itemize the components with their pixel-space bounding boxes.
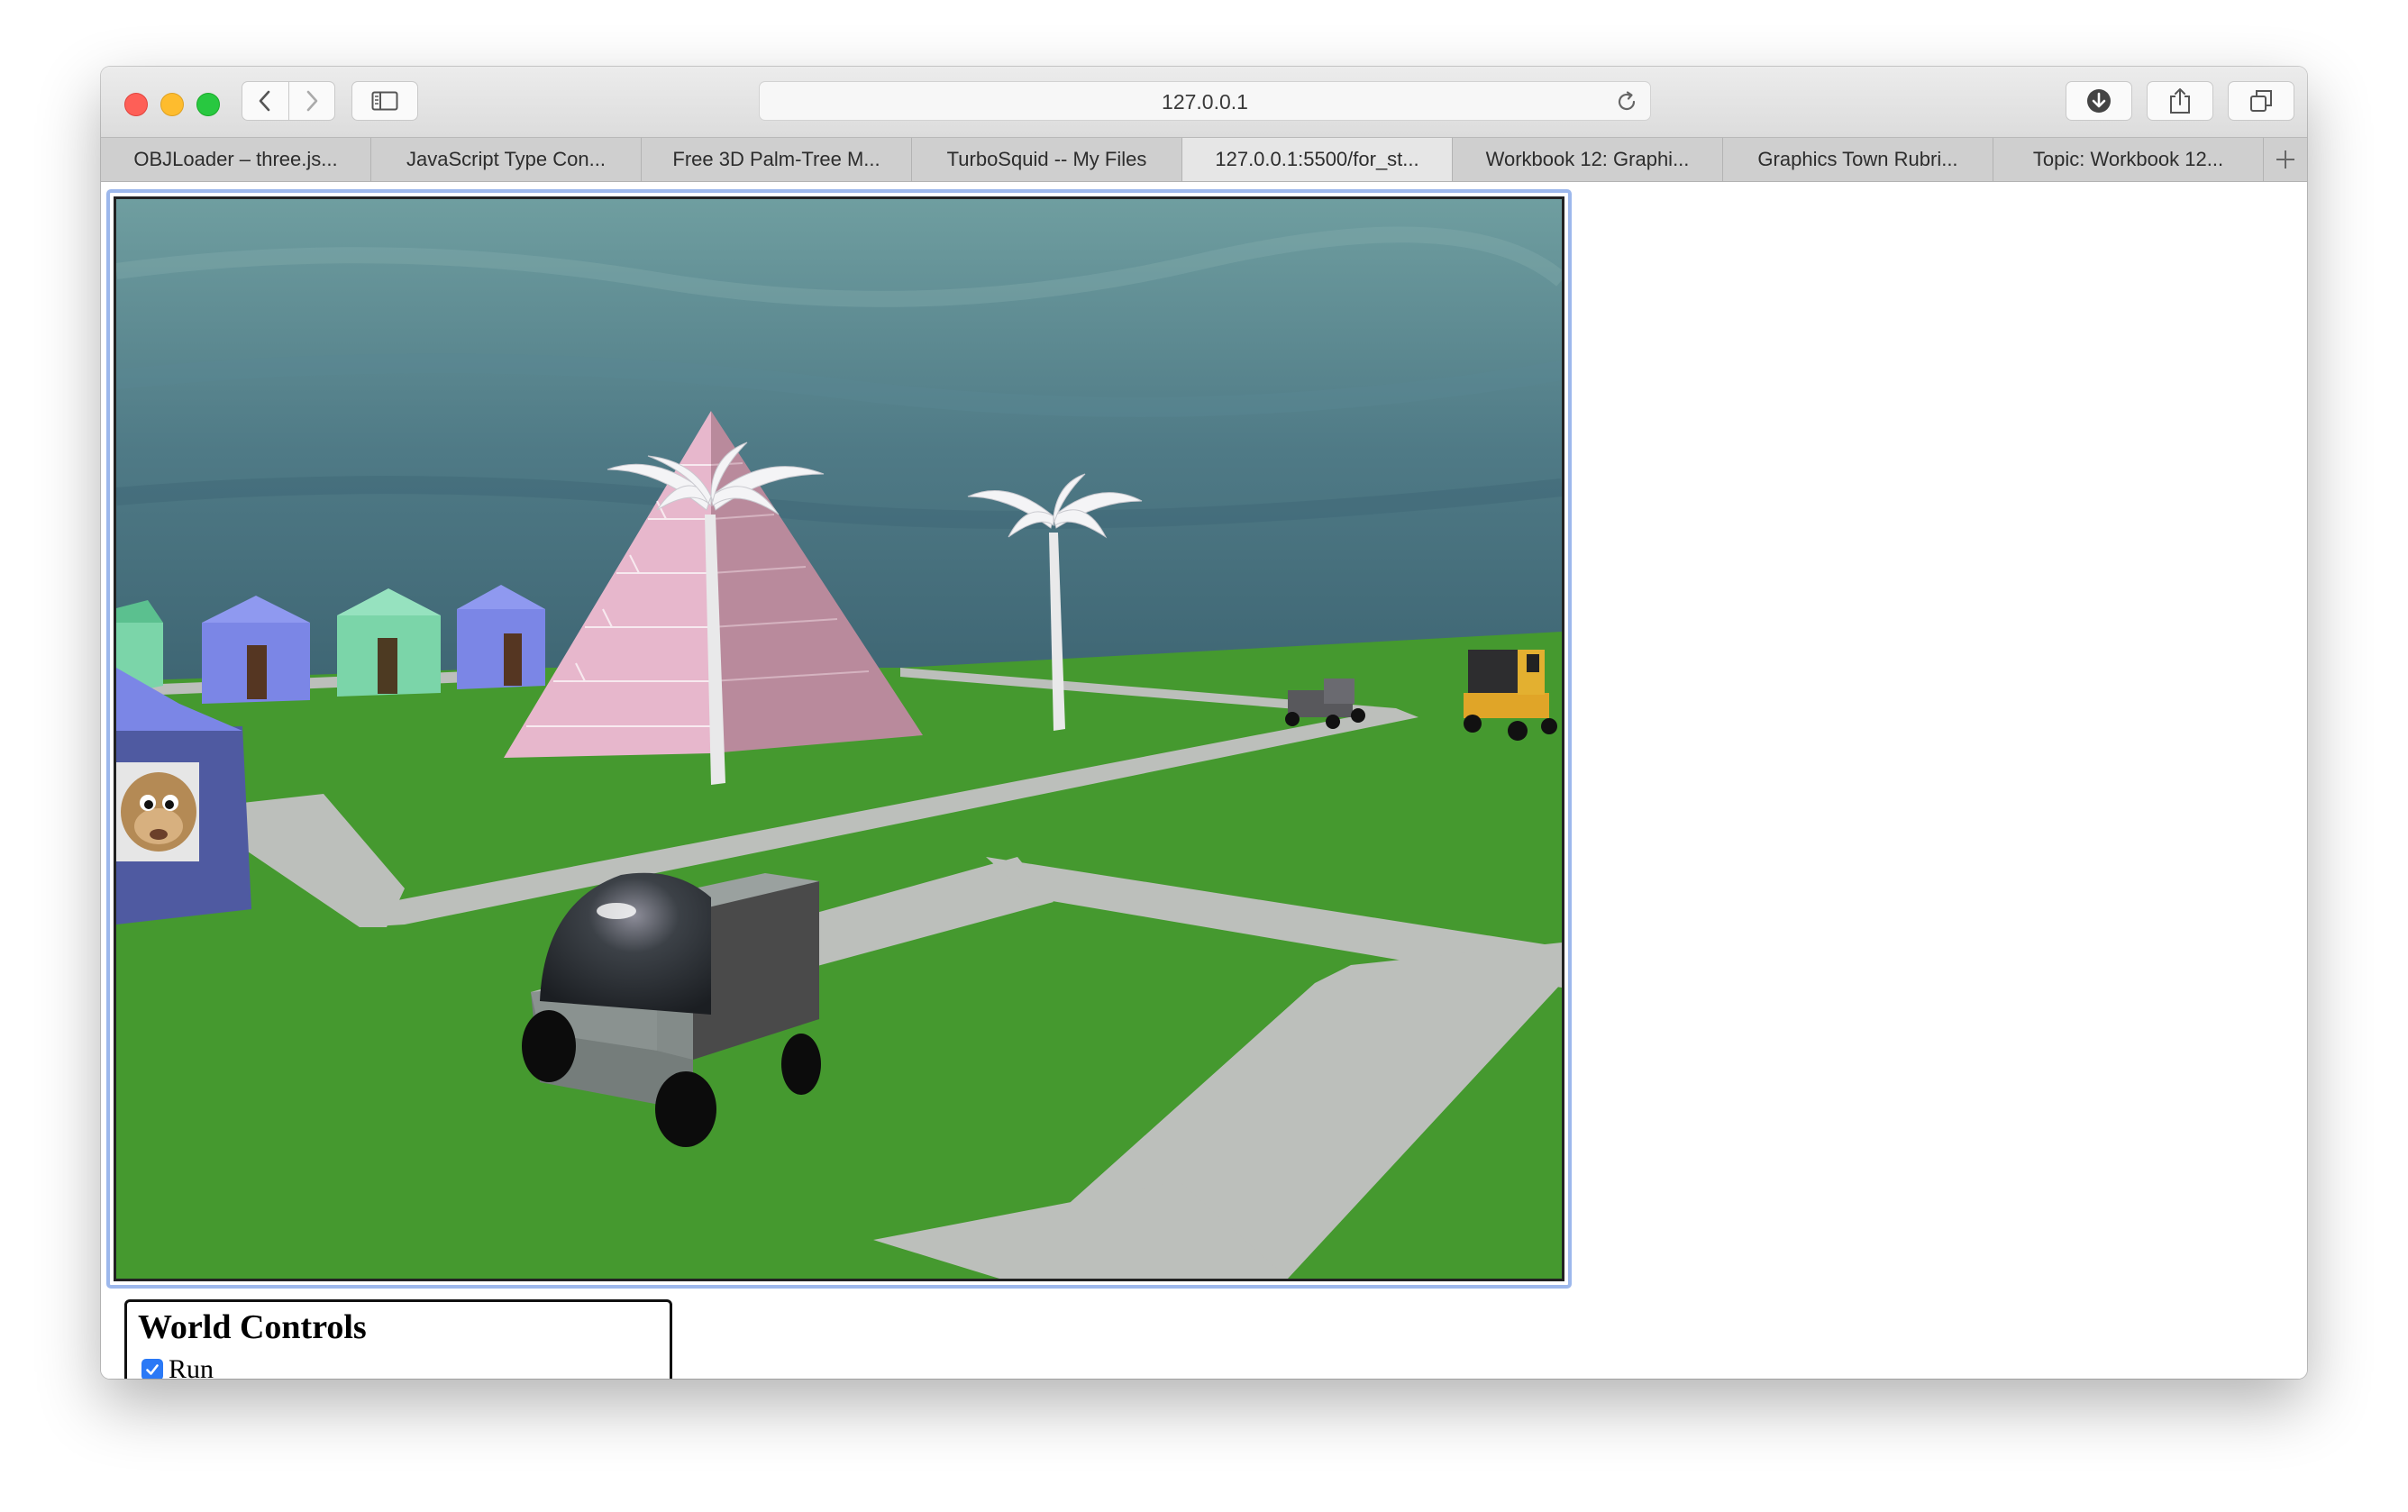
minimize-window-button[interactable] (160, 93, 184, 116)
browser-window: 127.0.0.1 OBJLoader – three.js... JavaSc… (101, 67, 2307, 1379)
sidebar-icon (371, 91, 398, 111)
tab-overview-icon (2250, 90, 2272, 112)
tab-overview-button[interactable] (2228, 81, 2294, 121)
run-label: Run (169, 1354, 214, 1379)
share-icon (2170, 88, 2190, 114)
tab-localhost[interactable]: 127.0.0.1:5500/for_st... (1182, 138, 1453, 181)
checkmark-icon (146, 1364, 159, 1375)
run-checkbox[interactable] (141, 1359, 163, 1379)
new-tab-button[interactable] (2264, 138, 2307, 181)
page-content: World Controls Run (101, 182, 2307, 1379)
tab-bar: OBJLoader – three.js... JavaScript Type … (101, 137, 2307, 182)
chevron-left-icon (259, 90, 270, 112)
forward-button[interactable] (287, 82, 335, 120)
browser-toolbar: 127.0.0.1 (101, 67, 2307, 137)
tab-topic-workbook-12[interactable]: Topic: Workbook 12... (1993, 138, 2264, 181)
run-control: Run (141, 1354, 214, 1379)
graphics-town-canvas[interactable] (114, 196, 1564, 1281)
tab-turbosquid[interactable]: TurboSquid -- My Files (912, 138, 1182, 181)
far-truck-yellow (1464, 650, 1557, 741)
address-url: 127.0.0.1 (1162, 90, 1248, 114)
sidebar-button[interactable] (351, 81, 418, 121)
download-icon (2087, 89, 2111, 113)
tab-workbook-12[interactable]: Workbook 12: Graphi... (1453, 138, 1723, 181)
reload-icon[interactable] (1614, 89, 1639, 114)
plus-icon (2276, 150, 2294, 169)
tab-palm-tree-model[interactable]: Free 3D Palm-Tree M... (642, 138, 912, 181)
world-controls-title: World Controls (138, 1308, 367, 1346)
back-button[interactable] (242, 82, 288, 120)
chevron-right-icon (306, 90, 318, 112)
tab-objloader[interactable]: OBJLoader – three.js... (101, 138, 371, 181)
downloads-button[interactable] (2066, 81, 2132, 121)
tab-javascript-type[interactable]: JavaScript Type Con... (371, 138, 642, 181)
share-button[interactable] (2147, 81, 2213, 121)
world-controls-panel: World Controls Run (124, 1299, 672, 1379)
close-window-button[interactable] (124, 93, 148, 116)
zoom-window-button[interactable] (196, 93, 220, 116)
navigation-buttons (242, 81, 335, 121)
tab-graphics-town-rubric[interactable]: Graphics Town Rubri... (1723, 138, 1993, 181)
address-bar[interactable]: 127.0.0.1 (759, 81, 1651, 121)
